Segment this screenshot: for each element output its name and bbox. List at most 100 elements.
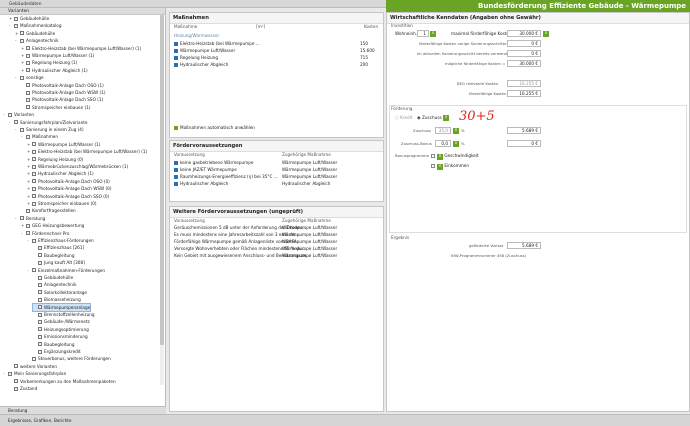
tree-node[interactable]: Effizienzhaus [261] xyxy=(33,244,84,251)
checkbox-icon[interactable] xyxy=(431,163,435,168)
tree-node[interactable]: - Anlagentechnik xyxy=(15,37,59,44)
tree-node[interactable]: Photovoltaik-Anlage Dach SSO (1) xyxy=(21,96,103,103)
massnahme-row[interactable]: Regelung Heizung xyxy=(174,55,218,61)
expand-toggle-icon[interactable]: - xyxy=(15,126,19,133)
tab-beratung[interactable]: Beratung xyxy=(0,406,166,414)
expand-toggle-icon[interactable]: - xyxy=(21,133,25,140)
expand-toggle-icon[interactable]: + xyxy=(21,67,25,74)
tree-node[interactable]: + GEG Heizungsbewertung xyxy=(21,222,84,229)
tree-node[interactable]: - Förderrechner Pro xyxy=(21,230,69,237)
tree-node[interactable]: + Stromspeicher einbauen (0) xyxy=(27,200,97,207)
col-voraussetzung[interactable]: Voraussetzung xyxy=(174,152,205,158)
info-icon[interactable]: i xyxy=(453,140,459,147)
tree-node[interactable]: + Regelung Heizung (0) xyxy=(27,156,83,163)
tree-node[interactable]: Zustand xyxy=(9,385,37,391)
tree-node[interactable]: - Maßnahmenkatalog xyxy=(9,22,62,29)
expand-toggle-icon[interactable]: - xyxy=(15,37,19,44)
tab-gebaeudedaten[interactable]: Gebäudedaten xyxy=(9,2,42,7)
ff-kosten-value[interactable]: 16.255 € xyxy=(507,90,541,97)
tree-node[interactable]: weitere Varianten xyxy=(9,363,57,370)
max-kosten-value[interactable]: 30.000 € xyxy=(507,30,541,37)
f3-value[interactable]: 30.000 € xyxy=(507,60,541,67)
tree-node[interactable]: - Sanierungsfahrplan/Zielvariante xyxy=(9,119,88,126)
tree-node[interactable]: Brennstoffzellenheizung xyxy=(33,311,95,318)
expand-toggle-icon[interactable]: + xyxy=(15,30,19,37)
radio-kredit[interactable]: ○ Kredit xyxy=(395,115,412,121)
bonus-pct[interactable]: 0,0 xyxy=(435,140,451,147)
zuschuss-pct[interactable]: 35,0 xyxy=(435,127,451,134)
expand-toggle-icon[interactable]: + xyxy=(27,163,31,170)
tree-node[interactable]: + Elektro-Heizstab (bei Wärmepumpe Luft/W… xyxy=(21,45,141,52)
checkbox-icon[interactable] xyxy=(174,62,178,67)
tree-node[interactable]: Gebäude-/Wärmenetz xyxy=(33,318,90,325)
tree-node[interactable]: - sonstige xyxy=(15,74,44,81)
massnahme-row[interactable]: Wärmepumpe Luft/Wasser xyxy=(174,48,235,54)
tree-node[interactable]: + Hydraulischer Abgleich (1) xyxy=(27,170,94,177)
tree-header[interactable]: Varianten xyxy=(0,8,165,15)
checkbox-icon[interactable] xyxy=(431,153,435,158)
bonus-einkommen[interactable]: i Einkommen xyxy=(431,163,469,170)
info-icon[interactable]: i xyxy=(437,164,443,170)
bonus-value[interactable]: 0 € xyxy=(507,140,541,147)
tree-node[interactable]: Photovoltaik-Anlage Dach WSW (1) xyxy=(21,89,105,96)
expand-toggle-icon[interactable]: + xyxy=(9,15,13,22)
tree-node[interactable]: - Varianten xyxy=(3,111,34,118)
expand-toggle-icon[interactable]: + xyxy=(27,200,31,207)
col-massnahme[interactable]: Maßnahme xyxy=(174,24,197,30)
tree-node[interactable]: Stromspeicher einbauen (1) xyxy=(21,104,91,111)
expand-toggle-icon[interactable]: - xyxy=(15,74,19,81)
tree-node[interactable]: + Hydraulischer Abgleich (1) xyxy=(21,67,88,74)
tree-node[interactable]: + Wärmepumpe Luft/Wasser (1) xyxy=(27,141,100,148)
expand-toggle-icon[interactable]: + xyxy=(27,185,31,192)
massnahme-row[interactable]: Hydraulischer Abgleich xyxy=(174,62,228,68)
expand-toggle-icon[interactable]: + xyxy=(21,45,25,52)
zuschuss-value[interactable]: 5.689 € xyxy=(507,127,541,134)
expand-toggle-icon[interactable]: + xyxy=(27,141,31,148)
checkbox-icon[interactable] xyxy=(174,41,178,46)
tree-node[interactable]: Vorbemerkungen zu den Maßnahmenpaketen xyxy=(9,378,116,385)
tree-node[interactable]: + Gebäudehülle xyxy=(9,15,49,22)
tree-node[interactable]: Photovoltaik-Anlage Dach OSO (1) xyxy=(21,82,104,89)
tree-node[interactable]: - Sanierung in einem Zug (4) xyxy=(15,126,84,133)
expand-toggle-icon[interactable]: + xyxy=(27,148,31,155)
expand-toggle-icon[interactable]: + xyxy=(21,222,25,229)
expand-toggle-icon[interactable]: - xyxy=(15,215,19,222)
tree-node[interactable]: - Beratung xyxy=(15,215,45,222)
col-flaeche[interactable]: [m²] xyxy=(256,24,265,30)
f1-value[interactable]: 0 € xyxy=(507,40,541,47)
tree-node[interactable]: + Gebäudehülle xyxy=(15,30,55,37)
expand-toggle-icon[interactable]: - xyxy=(21,230,25,237)
col-zug-massnahme[interactable]: Zugehörige Maßnahme xyxy=(282,152,331,158)
auto-select-checkbox[interactable]: Maßnahmen automatisch anwählen xyxy=(174,125,255,131)
info-icon[interactable]: i xyxy=(443,114,449,121)
tree-node[interactable]: Emissionsminderung xyxy=(33,333,88,340)
expand-toggle-icon[interactable]: - xyxy=(3,111,7,118)
requirement-row[interactable]: keine JAZ/ET Wärmepumpe xyxy=(174,167,237,173)
requirement-row[interactable]: Hydraulischer Abgleich xyxy=(174,181,228,187)
tree-node[interactable]: + Wärmepumpe Luft/Wasser (1) xyxy=(21,52,94,59)
tree-node[interactable]: + Regelung Heizung (1) xyxy=(21,59,77,66)
tree-node[interactable]: Anlagentechnik xyxy=(33,281,77,288)
tree-node[interactable]: Steuerbonus, weitere Förderungen xyxy=(27,355,111,362)
checkbox-icon[interactable] xyxy=(174,55,178,60)
scrollbar-thumb[interactable] xyxy=(160,15,164,345)
tree-node[interactable]: + Photovoltaik-Anlage Dach OSO (0) xyxy=(27,178,110,185)
tree-node[interactable]: Biomasseheizung xyxy=(33,296,81,303)
massnahme-row[interactable]: Elektro-Heizstab (bei Wärmepumpe ... xyxy=(174,41,260,47)
gef-vorlast-value[interactable]: 5.689 € xyxy=(507,242,541,249)
requirement-row[interactable]: Raumheizungs-Energieeffizienz (η) bei 35… xyxy=(174,174,278,180)
expand-toggle-icon[interactable]: + xyxy=(27,156,31,163)
expand-toggle-icon[interactable]: - xyxy=(9,22,13,29)
requirement-row[interactable]: Förderfähige Wärmepumpe gemäß Anlagenlis… xyxy=(174,239,298,245)
wohneinh-input[interactable]: 1 xyxy=(417,30,429,37)
tree-node[interactable]: Solarkollektoranlage xyxy=(33,289,87,296)
expand-toggle-icon[interactable]: + xyxy=(21,59,25,66)
tree-node[interactable]: Wärmepumpenanlage xyxy=(31,302,92,312)
expand-toggle-icon[interactable]: - xyxy=(27,267,31,274)
tree-node[interactable]: Jung kauft Alt [308] xyxy=(33,259,85,266)
tree-node[interactable]: Komfortfragesstellen xyxy=(21,207,76,214)
tree-node[interactable]: + Photovoltaik-Anlage Dach SSO (0) xyxy=(27,193,109,200)
col-zug-massnahme-2[interactable]: Zugehörige Maßnahme xyxy=(282,218,331,224)
expand-toggle-icon[interactable]: + xyxy=(27,170,31,177)
expand-toggle-icon[interactable]: - xyxy=(27,237,31,244)
